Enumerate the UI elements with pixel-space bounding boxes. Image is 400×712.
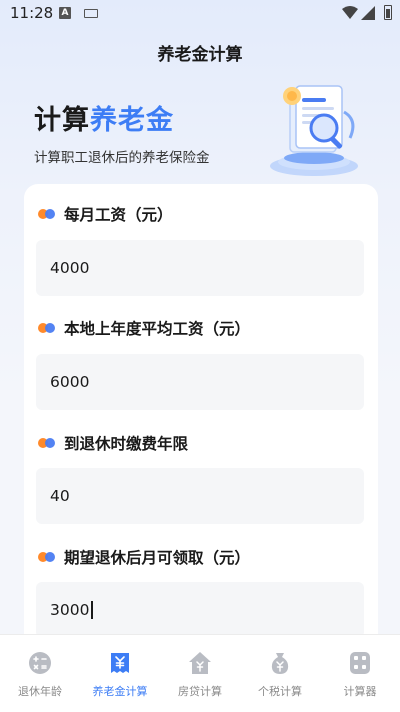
money-bag-icon <box>271 653 289 674</box>
field-label-text: 到退休时缴费年限 <box>64 435 189 453</box>
field-label-monthly-salary: 每月工资（元） <box>38 203 173 225</box>
text-cursor <box>91 601 93 619</box>
bullet-dots-icon <box>38 552 58 562</box>
contribution-years-input[interactable] <box>36 468 364 524</box>
document-magnifier-illustration <box>270 85 358 176</box>
calc-ops-icon <box>29 652 51 674</box>
field-label-contribution-years: 到退休时缴费年限 <box>38 432 188 454</box>
tab-label: 养老金计算 <box>92 685 148 698</box>
field-label-text: 本地上年度平均工资（元） <box>64 320 251 338</box>
bullet-dots-icon <box>38 438 58 448</box>
expected-pension-input[interactable] <box>36 582 364 638</box>
hero-title-highlight: 养老金 <box>90 105 174 136</box>
tab-retirement-age[interactable]: 退休年龄 <box>0 635 80 712</box>
monthly-salary-input[interactable] <box>36 240 364 296</box>
bullet-dots-icon <box>38 209 58 219</box>
battery-icon <box>384 5 392 20</box>
signal-icon <box>361 6 375 20</box>
field-label-expected-pension: 期望退休后月可领取（元） <box>38 546 250 568</box>
tab-income-tax-calc[interactable]: 个税计算 <box>240 635 320 712</box>
status-bar: 11:28 A <box>0 0 400 28</box>
hero-title-prefix: 计算 <box>34 105 90 136</box>
notification-a-icon: A <box>59 7 71 19</box>
page-title: 养老金计算 <box>157 45 243 65</box>
local-avg-salary-input[interactable] <box>36 354 364 410</box>
status-time: 11:28 <box>10 4 54 22</box>
tab-mortgage-calc[interactable]: 房贷计算 <box>160 635 240 712</box>
receipt-yuan-icon <box>111 653 129 673</box>
tab-label: 个税计算 <box>258 685 302 698</box>
tab-calculator[interactable]: 计算器 <box>320 635 400 712</box>
hero-title: 计算养老金 <box>34 98 174 137</box>
bottom-tab-bar: 退休年龄 养老金计算 房贷计算 个税计算 计算器 <box>0 634 400 712</box>
field-label-text: 每月工资（元） <box>64 206 173 224</box>
hero-subtitle: 计算职工退休后的养老保险金 <box>34 150 210 166</box>
bullet-dots-icon <box>38 323 58 333</box>
wifi-icon <box>342 6 358 19</box>
tab-label: 退休年龄 <box>18 685 62 698</box>
field-label-text: 期望退休后月可领取（元） <box>64 549 251 567</box>
tab-label: 计算器 <box>343 685 377 698</box>
tab-label: 房贷计算 <box>178 685 222 698</box>
calculator-icon <box>350 652 370 674</box>
tab-pension-calc[interactable]: 养老金计算 <box>80 635 160 712</box>
field-label-local-avg-salary: 本地上年度平均工资（元） <box>38 317 250 339</box>
keyboard-icon <box>84 9 98 18</box>
house-yuan-icon <box>189 652 211 674</box>
